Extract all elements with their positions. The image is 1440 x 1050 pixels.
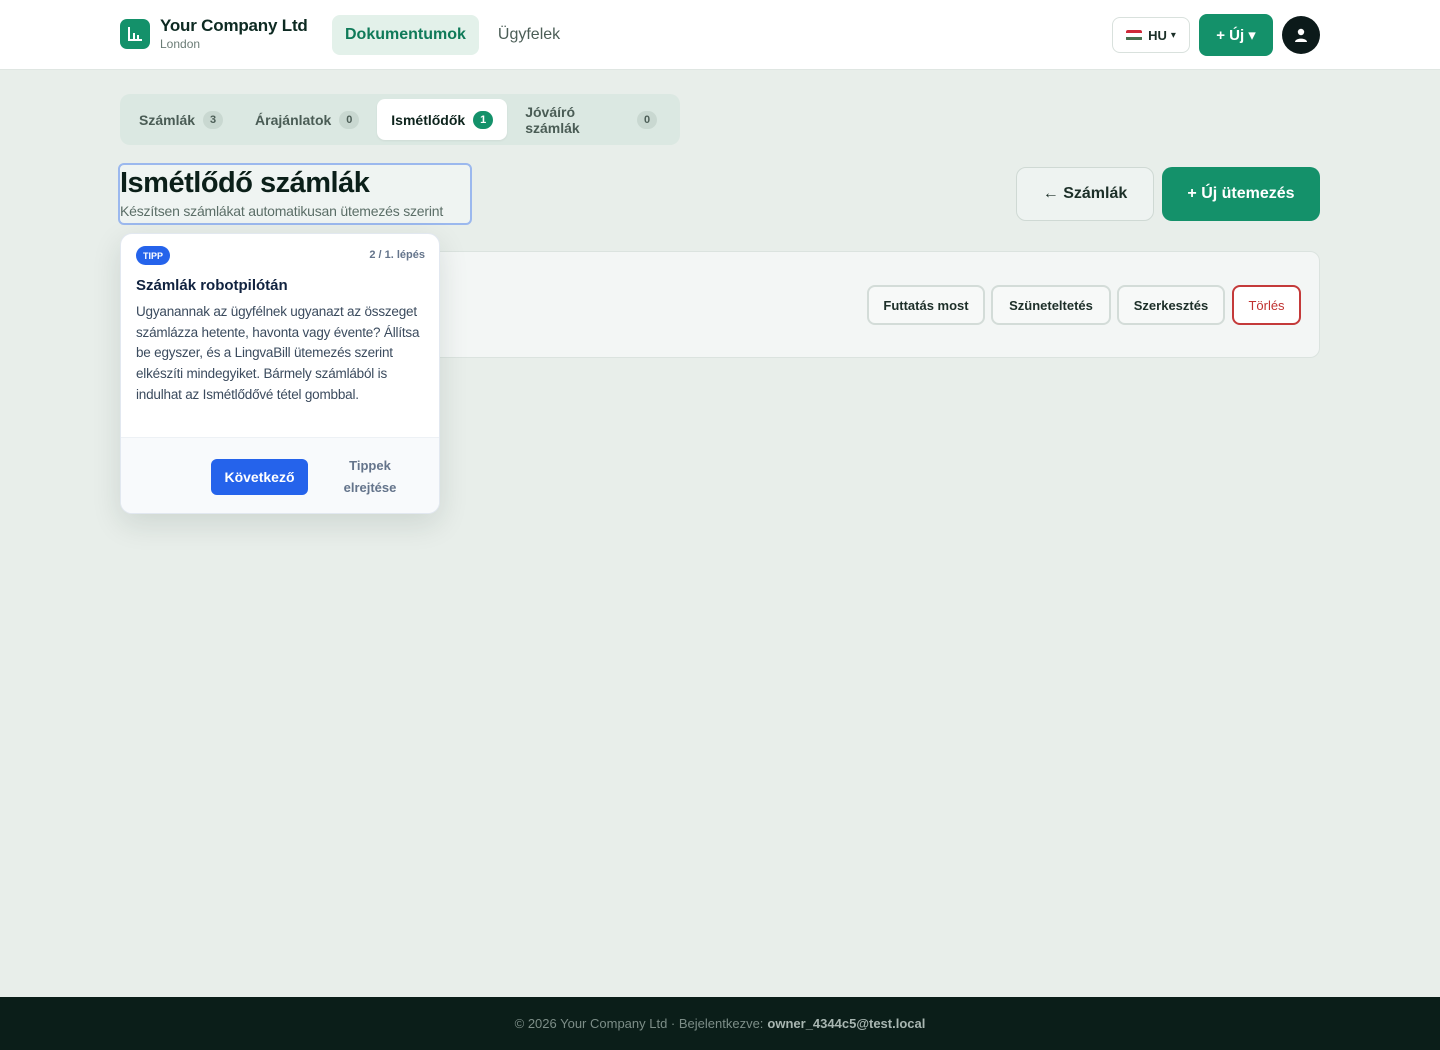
bar-chart-icon <box>120 19 150 49</box>
tip-popover: TIPP 2 / 1. lépés Számlák robotpilótán U… <box>120 233 440 514</box>
main-nav: Dokumentumok Ügyfelek <box>332 15 579 55</box>
tab-count-badge: 0 <box>637 110 657 129</box>
new-document-button[interactable]: + Új ▾ <box>1199 14 1273 56</box>
edit-button[interactable]: Szerkesztés <box>1117 285 1225 325</box>
page-title: Ismétlődő számlák <box>120 167 370 199</box>
tip-next-button[interactable]: Következő <box>211 459 308 495</box>
tab-label: Jóváíró számlák <box>525 103 580 136</box>
tip-step-counter: 2 / 1. lépés <box>369 249 425 261</box>
document-tabs: Számlák 3 Árajánlatok 0 Ismétlődők 1 Jóv… <box>120 94 680 145</box>
page-subtitle: Készítsen számlákat automatikusan ütemez… <box>120 203 444 219</box>
hungary-flag-icon <box>1126 29 1143 41</box>
nav-documents[interactable]: Dokumentumok <box>332 15 479 55</box>
page-footer: © 2026 Your Company Ltd · Bejelentkezve:… <box>0 997 1440 1050</box>
new-schedule-button[interactable]: + Új ütemezés <box>1162 167 1320 221</box>
page-heading-highlight: Ismétlődő számlák Készítsen számlákat au… <box>118 163 472 225</box>
back-to-invoices-button[interactable]: ← Számlák <box>1016 167 1154 221</box>
footer-text: © 2026 Your Company Ltd · Bejelentkezve: <box>514 1016 764 1031</box>
tip-footer: Következő Tippek elrejtése <box>121 437 439 513</box>
user-avatar[interactable] <box>1282 16 1320 54</box>
tab-label: Árajánlatok <box>255 111 332 128</box>
tab-label: Ismétlődők <box>391 111 466 128</box>
run-now-button[interactable]: Futtatás most <box>867 285 985 325</box>
tab-count-badge: 3 <box>203 110 224 129</box>
company-name: Your Company Ltd <box>160 16 308 35</box>
footer-user-email: owner_4344c5@test.local <box>767 1016 926 1031</box>
chevron-down-icon: ▾ <box>1170 29 1176 41</box>
tab-label: Számlák <box>139 111 196 128</box>
tab-count-badge: 0 <box>339 110 360 129</box>
company-location: London <box>160 37 201 51</box>
nav-clients[interactable]: Ügyfelek <box>485 15 573 55</box>
tab-credit-notes[interactable]: Jóváíró számlák 0 <box>511 99 671 140</box>
user-icon <box>1295 28 1307 42</box>
tab-count-badge: 1 <box>473 110 494 129</box>
tip-body: Ugyanannak az ügyfélnek ugyanazt az össz… <box>136 304 420 402</box>
brand[interactable]: Your Company Ltd London <box>120 16 308 52</box>
top-navbar: Your Company Ltd London Dokumentumok Ügy… <box>0 0 1440 70</box>
tab-recurring[interactable]: Ismétlődők 1 <box>377 99 508 140</box>
delete-button[interactable]: Törlés <box>1232 285 1301 325</box>
language-code: HU <box>1148 27 1167 43</box>
language-selector[interactable]: HU ▾ <box>1112 17 1190 53</box>
tab-quotes[interactable]: Árajánlatok 0 <box>241 99 373 140</box>
tip-dismiss-button[interactable]: Tippek elrejtése <box>333 455 407 499</box>
pause-button[interactable]: Szüneteltetés <box>991 285 1111 325</box>
tip-title: Számlák robotpilótán <box>136 277 288 294</box>
tip-badge: TIPP <box>136 246 171 265</box>
tab-invoices[interactable]: Számlák 3 <box>125 99 237 140</box>
